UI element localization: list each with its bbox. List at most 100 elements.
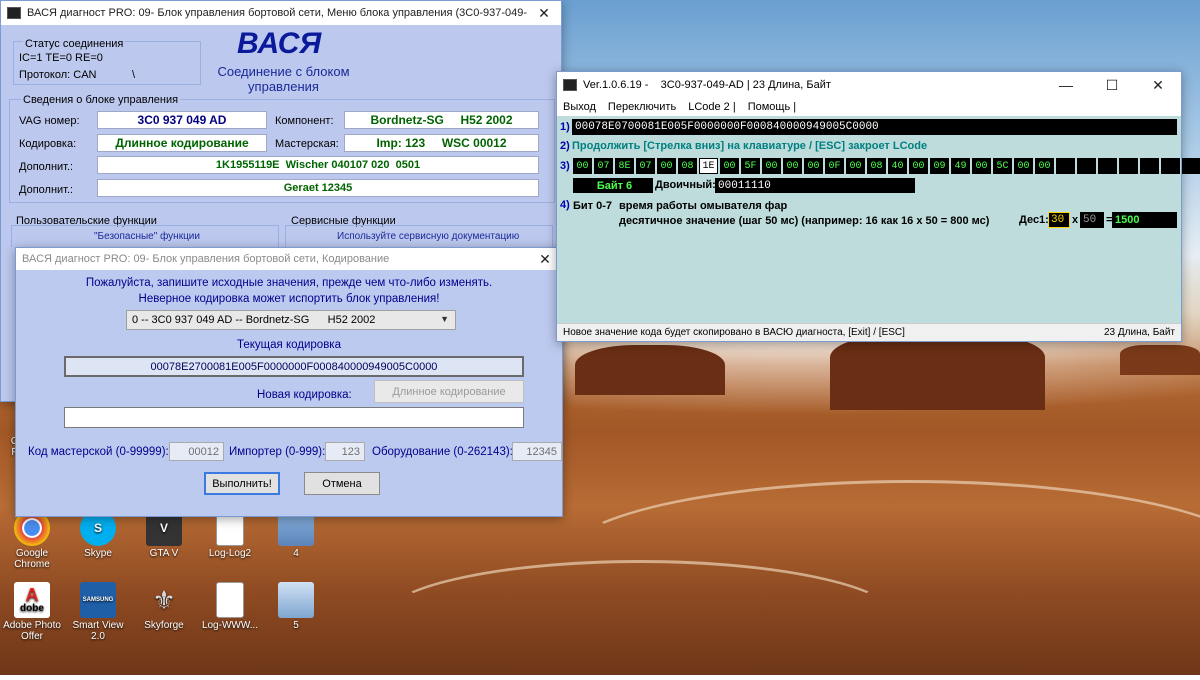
coding-dialog[interactable]: ВАСЯ диагност PRO: 09- Блок управления б… [15,247,563,517]
desktop-icon-5[interactable]: 5 [262,582,330,631]
byte-cell[interactable] [1119,158,1138,174]
extra2-label: Дополнит.: [19,184,74,196]
lcode-window[interactable]: Ver.1.0.6.19 - 3C0-937-049-AD | 23 Длина… [556,71,1200,342]
byte-cell[interactable]: 49 [951,158,970,174]
byte-cell[interactable] [1056,158,1075,174]
binary-field[interactable]: 00011110 [715,178,915,193]
menu-switch[interactable]: Переключить [608,101,676,113]
status-bar: Новое значение кода будет скопировано в … [557,323,1181,341]
lcode-body: 1) 00078E0700081E005F0000000F00084000094… [557,116,1200,323]
desktop-icon-adobe[interactable]: Adobe Adobe Photo Offer [0,582,66,642]
byte-cell[interactable]: 00 [720,158,739,174]
row1-coding-field[interactable]: 00078E0700081E005F0000000F00084000094900… [572,119,1177,135]
byte-cell[interactable]: 5F [741,158,760,174]
menu-help[interactable]: Помощь | [748,101,796,113]
minimize-icon: — [1059,77,1073,93]
vag-number-field: 3C0 937 049 AD [97,111,267,129]
equipment-field[interactable]: 12345 [512,442,562,461]
samsung-icon: SAMSUNG [80,582,116,618]
byte-cell[interactable]: 00 [1014,158,1033,174]
desktop-icon-log-www[interactable]: Log-WWW... [196,582,264,631]
execute-button[interactable]: Выполнить! [204,472,280,495]
byte-cell[interactable] [1140,158,1159,174]
byte-cell[interactable]: 08 [678,158,697,174]
row4-number: 4) [560,199,570,211]
desktop-icon-4[interactable]: 4 [262,510,330,559]
new-coding-input[interactable] [64,407,524,428]
byte-cell[interactable]: 00 [573,158,592,174]
byte-cell[interactable]: 00 [783,158,802,174]
brand-title: ВАСЯ [237,27,322,60]
byte-cell[interactable] [1098,158,1117,174]
equipment-label: Оборудование (0-262143): [372,446,513,458]
dialog-title: ВАСЯ диагност PRO: 09- Блок управления б… [22,253,390,265]
warning-text-1: Пожалуйста, запишите исходные значения, … [85,277,493,289]
byte-cell[interactable]: 5C [993,158,1012,174]
byte-cell[interactable]: 07 [636,158,655,174]
cancel-button[interactable]: Отмена [304,472,380,495]
menu-exit[interactable]: Выход [563,101,596,113]
minimize-button[interactable]: — [1043,73,1089,97]
desktop-icon-log-log2[interactable]: Log-Log2 [196,510,264,559]
coding-titlebar[interactable]: ВАСЯ диагност PRO: 09- Блок управления б… [16,248,562,270]
byte-cell[interactable]: 09 [930,158,949,174]
extra1-label: Дополнит.: [19,161,74,173]
row2-instructions: Продолжить [Стрелка вниз] на клавиатуре … [572,140,928,152]
menu-lcode2[interactable]: LCode 2 | [688,101,736,113]
byte-cell[interactable]: 00 [1035,158,1054,174]
byte-cell[interactable]: 00 [762,158,781,174]
coding-label: Кодировка: [19,138,77,150]
desktop-icon-label: Google Chrome [14,548,50,570]
close-button[interactable]: ✕ [527,1,561,25]
long-coding-button[interactable]: Длинное кодирование [374,380,524,403]
close-button[interactable]: ✕ [1135,73,1181,97]
warning-text-2: Неверное кодировка может испортить блок … [138,293,440,305]
vasya-titlebar[interactable]: ВАСЯ диагност PRO: 09- Блок управления б… [1,1,561,25]
chevron-down-icon: ▼ [440,314,449,324]
control-unit-select[interactable]: 0 -- 3C0 937 049 AD -- Bordnetz-SG H52 2… [126,310,456,330]
connection-status-line: IC=1 TE=0 RE=0 [19,52,103,64]
byte-cell[interactable]: 0F [825,158,844,174]
coding-field: Длинное кодирование [97,134,267,152]
multiply-sign: x [1072,214,1079,226]
user-functions-box[interactable] [11,225,279,247]
extra1-field: 1K1955119E Wischer 040107 020 0501 [97,156,539,174]
byte-cell[interactable]: 00 [972,158,991,174]
importer-field[interactable]: 123 [325,442,365,461]
bit-description-1: время работы омывателя фар [619,200,788,212]
byte-cell[interactable]: 00 [909,158,928,174]
byte-cell[interactable]: 07 [594,158,613,174]
current-coding-label: Текущая кодировка [237,339,341,351]
byte-cell[interactable] [1077,158,1096,174]
menu-bar: Выход Переключить LCode 2 | Помощь | [557,98,1181,116]
byte-cell[interactable] [1161,158,1180,174]
workshop-field: Imp: 123 WSC 00012 [344,134,539,152]
desktop-icon-chrome[interactable]: Google Chrome [0,510,66,570]
byte-cell[interactable]: 1E [699,158,718,174]
connection-status-title: Статус соединения [23,38,126,50]
component-field: Bordnetz-SG H52 2002 [344,111,539,129]
desktop-icon-gta[interactable]: V GTA V [130,510,198,559]
new-coding-label: Новая кодировка: [257,389,352,401]
byte-cell[interactable]: 40 [888,158,907,174]
byte-cell[interactable] [1182,158,1200,174]
workshop-code-field[interactable]: 00012 [169,442,224,461]
desktop-icon-label: Adobe Photo Offer [3,620,61,642]
byte-cell[interactable]: 00 [657,158,676,174]
byte-cell[interactable]: 08 [867,158,886,174]
service-functions-box[interactable] [285,225,553,247]
desktop-icon-skype[interactable]: S Skype [64,510,132,559]
binary-label: Двоичный: [655,179,716,191]
spinner: \ [132,69,136,81]
byte-cell[interactable]: 8E [615,158,634,174]
desktop-icon-label: Skyforge [144,620,184,631]
lcode-titlebar[interactable]: Ver.1.0.6.19 - 3C0-937-049-AD | 23 Длина… [557,72,1181,98]
desktop-icon-smartview[interactable]: SAMSUNG Smart View 2.0 [64,582,132,642]
maximize-button[interactable]: ☐ [1089,73,1135,97]
desktop-icon-skyforge[interactable]: ⚜ Skyforge [130,582,198,632]
byte-cell[interactable]: 00 [804,158,823,174]
result-field: 1500 [1112,212,1177,228]
decimal-input[interactable]: 30 [1048,212,1070,228]
desktop-icon-label: Smart View 2.0 [72,620,124,642]
byte-cell[interactable]: 00 [846,158,865,174]
